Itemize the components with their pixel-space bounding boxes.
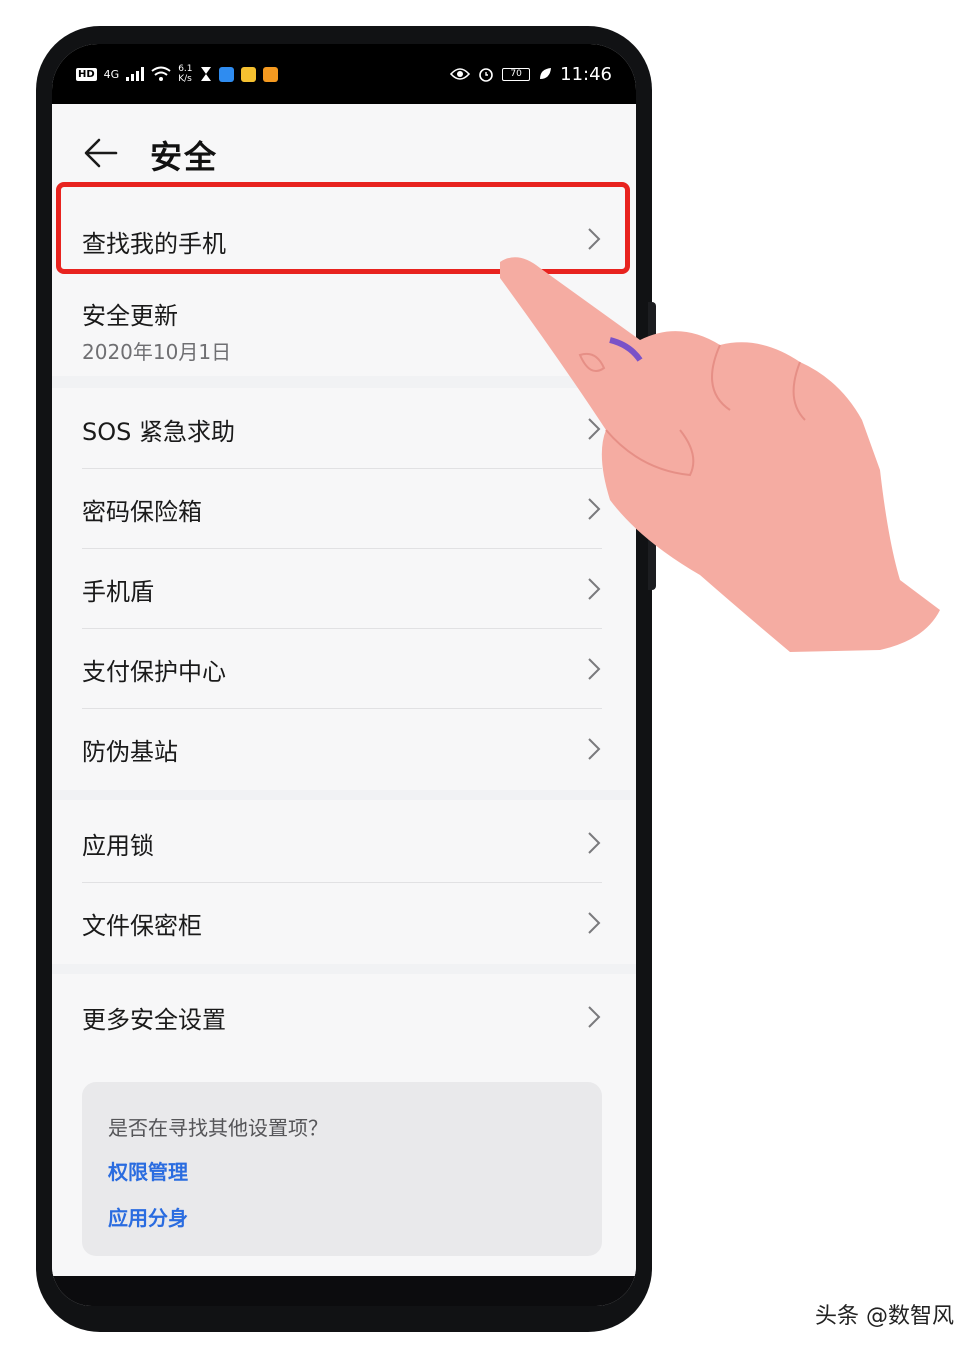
volume-button bbox=[648, 302, 656, 380]
eye-icon bbox=[450, 68, 471, 80]
list-item-label: 手机盾 bbox=[82, 578, 154, 606]
list-item-label: 更多安全设置 bbox=[82, 1006, 226, 1034]
chevron-right-icon bbox=[588, 498, 601, 520]
link-app-twin[interactable]: 应用分身 bbox=[108, 1202, 188, 1231]
list-item-app-lock[interactable]: 应用锁 bbox=[52, 800, 636, 882]
leaf-icon bbox=[540, 68, 552, 79]
list-item-label: 文件保密柜 bbox=[82, 912, 202, 940]
signal-icon bbox=[126, 67, 145, 81]
link-permission-management[interactable]: 权限管理 bbox=[108, 1156, 188, 1185]
highlight-box bbox=[56, 182, 630, 274]
app-notification-icon bbox=[240, 66, 256, 82]
chevron-right-icon bbox=[588, 578, 601, 600]
net-speed: 6.1 K/s bbox=[178, 64, 193, 84]
list-item-more-security[interactable]: 更多安全设置 bbox=[52, 974, 636, 1060]
power-button bbox=[648, 420, 656, 590]
hourglass-icon bbox=[200, 67, 211, 81]
list-item-label: SOS 紧急求助 bbox=[82, 418, 235, 446]
status-bar: HD 4G 6.1 K/s 70 11:46 bbox=[52, 44, 636, 104]
list-item-label: 支付保护中心 bbox=[82, 658, 226, 686]
chevron-right-icon bbox=[588, 658, 601, 680]
list-item-file-safe[interactable]: 文件保密柜 bbox=[52, 882, 636, 964]
chevron-right-icon bbox=[588, 738, 601, 760]
bottom-bezel bbox=[52, 1276, 636, 1306]
app-notification-icon bbox=[262, 66, 278, 82]
suggestion-question: 是否在寻找其他设置项？ bbox=[108, 1116, 328, 1140]
wifi-icon bbox=[151, 66, 171, 81]
settings-group: SOS 紧急求助 密码保险箱 手机盾 支付保护中心 防伪基站 bbox=[52, 388, 636, 790]
watermark: 头条 @数智风 bbox=[815, 1304, 954, 1329]
list-item-label: 防伪基站 bbox=[82, 738, 178, 766]
list-item-security-update[interactable]: 安全更新 2020年10月1日 bbox=[52, 280, 636, 376]
app-notification-icon bbox=[218, 66, 234, 82]
clock: 11:46 bbox=[560, 63, 612, 85]
suggestion-card: 是否在寻找其他设置项？ 权限管理 应用分身 bbox=[82, 1082, 602, 1256]
list-item-payment-protection[interactable]: 支付保护中心 bbox=[52, 628, 636, 708]
hd-indicator: HD bbox=[76, 67, 97, 81]
list-item-fake-base-station[interactable]: 防伪基站 bbox=[52, 708, 636, 788]
list-item-subtitle: 2020年10月1日 bbox=[82, 340, 232, 364]
list-item-sos[interactable]: SOS 紧急求助 bbox=[52, 388, 636, 468]
settings-group: 应用锁 文件保密柜 bbox=[52, 800, 636, 964]
chevron-right-icon bbox=[588, 418, 601, 440]
chevron-right-icon bbox=[588, 1006, 601, 1028]
list-item-phone-shield[interactable]: 手机盾 bbox=[52, 548, 636, 628]
list-item-label: 密码保险箱 bbox=[82, 498, 202, 526]
list-item-label: 应用锁 bbox=[82, 832, 154, 860]
chevron-right-icon bbox=[588, 912, 601, 934]
list-item-password-vault[interactable]: 密码保险箱 bbox=[52, 468, 636, 548]
arrow-left-icon[interactable] bbox=[84, 136, 118, 170]
alarm-icon bbox=[479, 68, 493, 82]
list-item-label: 安全更新 bbox=[82, 302, 178, 330]
chevron-right-icon bbox=[588, 314, 601, 336]
network-type: 4G bbox=[103, 67, 120, 81]
battery-icon: 70 bbox=[502, 67, 531, 81]
page-title: 安全 bbox=[150, 138, 219, 176]
chevron-right-icon bbox=[588, 832, 601, 854]
